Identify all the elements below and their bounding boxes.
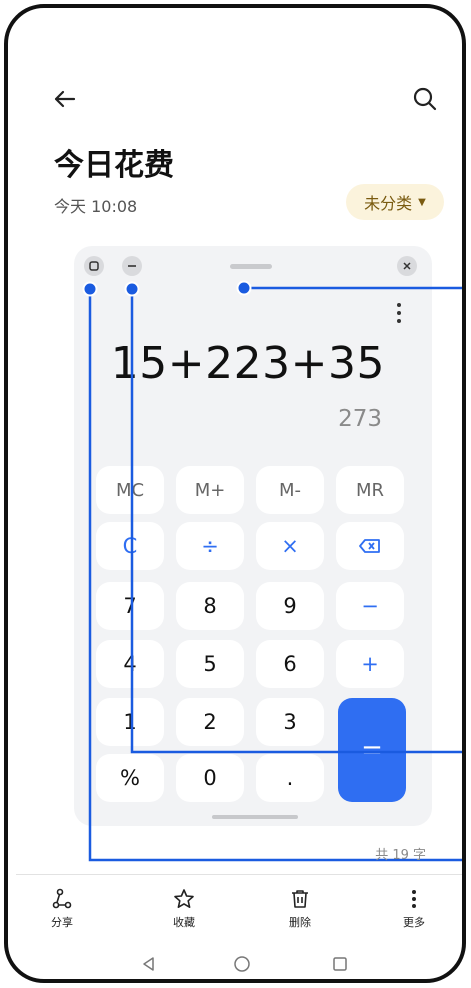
favorite-label: 收藏 [173, 916, 195, 929]
share-label: 分享 [51, 916, 73, 929]
trash-icon [292, 890, 308, 908]
nav-home-button[interactable] [230, 952, 254, 976]
star-icon [174, 889, 194, 908]
word-count: 共 19 字 [375, 848, 426, 863]
triangle-back-icon [143, 957, 154, 971]
circle-home-icon [234, 956, 250, 972]
annotation-callouts [82, 280, 462, 862]
delete-button[interactable]: 删除 [270, 888, 330, 930]
nav-back-button[interactable] [136, 952, 160, 976]
favorite-button[interactable]: 收藏 [154, 888, 214, 930]
delete-label: 删除 [289, 916, 311, 929]
share-button[interactable]: 分享 [32, 888, 92, 930]
more-vertical-icon [412, 890, 416, 908]
more-button[interactable]: 更多 [384, 888, 444, 930]
toolbar-divider [16, 874, 462, 875]
share-icon [52, 888, 72, 909]
more-label: 更多 [403, 916, 425, 929]
square-recents-icon [333, 957, 347, 971]
nav-recents-button[interactable] [328, 952, 352, 976]
phone-frame: 今日花费 今天 10:08 未分类 ▼ 15+223+35 273 MC M+ … [4, 4, 466, 983]
